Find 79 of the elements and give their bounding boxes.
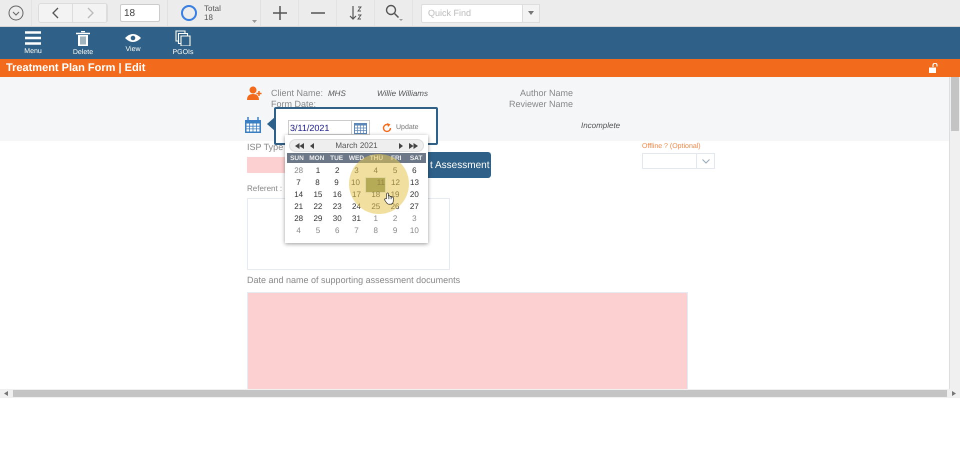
client-name-label: Client Name: [271,88,324,98]
total-label: Total [204,4,221,13]
date-field[interactable]: 3/11/2021 [288,120,352,135]
calendar-day[interactable]: 29 [308,214,328,224]
scrollbar-thumb[interactable] [13,390,947,397]
trash-icon [76,30,90,46]
calendar-day[interactable]: 28 [289,214,308,224]
calendar-day[interactable]: 30 [328,214,347,224]
month-title: March 2021 [334,141,379,150]
calendar-day[interactable]: 7 [346,226,366,236]
calendar-day[interactable]: 27 [404,202,424,212]
chevron-down-icon [702,158,710,164]
calendar-day[interactable]: 6 [404,166,424,176]
eye-icon [125,33,141,43]
calendar-day[interactable]: 21 [289,202,308,212]
calendar-day[interactable]: 8 [366,226,386,236]
calendar-day[interactable]: 1 [308,166,328,176]
vertical-scrollbar[interactable] [949,77,960,389]
add-user-icon [247,86,262,100]
minus-icon [310,12,324,14]
dropdown-button[interactable] [523,4,540,22]
form-title: Treatment Plan Form | Edit [6,62,146,74]
calendar-day[interactable]: 28 [289,166,308,176]
calendar-day[interactable]: 8 [308,178,327,188]
calendar-day[interactable]: 7 [289,178,308,188]
plus-icon [272,6,286,20]
referent-label: Referent : [247,183,282,194]
calendar-day[interactable]: 3 [404,214,424,224]
quick-find-field[interactable]: Quick Find [421,4,523,22]
chevron-left-icon [52,7,60,19]
menu-icon [25,31,41,45]
calendar-day[interactable]: 14 [289,190,308,200]
page-number-field[interactable]: 18 [120,4,160,22]
documents-field[interactable] [247,292,688,389]
caret-icon [528,11,534,15]
assessment-button[interactable]: t Assessment [428,152,491,178]
unlock-icon[interactable] [928,63,938,73]
form-date-label: Form Date: [271,99,318,109]
search-icon [384,4,402,22]
calendar-day[interactable]: 22 [308,202,328,212]
arrow-left-icon[interactable] [4,391,9,396]
client-org-value: MHS [328,88,347,98]
calendar-day[interactable]: 15 [308,190,328,200]
scrollbar-thumb[interactable] [951,77,959,131]
total-value: 18 [204,13,214,22]
left-icon[interactable] [310,142,314,148]
calendar-day[interactable]: 13 [405,178,424,188]
caret-icon [252,20,257,23]
right-icon[interactable] [399,142,403,148]
isp-type-label: ISP Type [247,142,284,153]
calendar-day[interactable]: 23 [328,202,347,212]
calendar-day[interactable]: 4 [289,226,308,236]
refresh-icon [382,122,392,132]
status-value: Incomplete [581,120,620,130]
author-name-label: Author Name [520,88,574,98]
calendar-day[interactable]: 6 [328,226,347,236]
reviewer-name-label: Reviewer Name [509,99,574,109]
sort-icon [348,5,362,21]
documents-label: Date and name of supporting assessment documents [247,275,460,286]
calendar-day[interactable]: 9 [385,226,405,236]
chevron-circle-icon [8,5,24,21]
ring-icon [180,4,198,22]
calendar-day[interactable]: 1 [366,214,386,224]
calendar-icon [245,117,261,133]
calendar-day[interactable]: 24 [346,202,366,212]
calendar-day[interactable]: 31 [346,214,366,224]
calendar-day[interactable]: 2 [328,166,347,176]
client-name-value: Willie Williams [377,88,429,98]
calendar-day[interactable]: 10 [404,226,424,236]
calendar-button[interactable] [352,120,370,135]
copy-icon [175,30,191,46]
calendar-day[interactable]: 2 [385,214,405,224]
calendar-day[interactable]: 16 [328,190,347,200]
calendar-day[interactable]: 9 [327,178,346,188]
horizontal-scrollbar[interactable] [0,389,960,398]
calendar-day[interactable]: 20 [404,190,424,200]
chevron-right-icon [86,7,94,19]
calendar-day[interactable]: 5 [308,226,328,236]
arrow-right-icon[interactable] [951,391,956,396]
